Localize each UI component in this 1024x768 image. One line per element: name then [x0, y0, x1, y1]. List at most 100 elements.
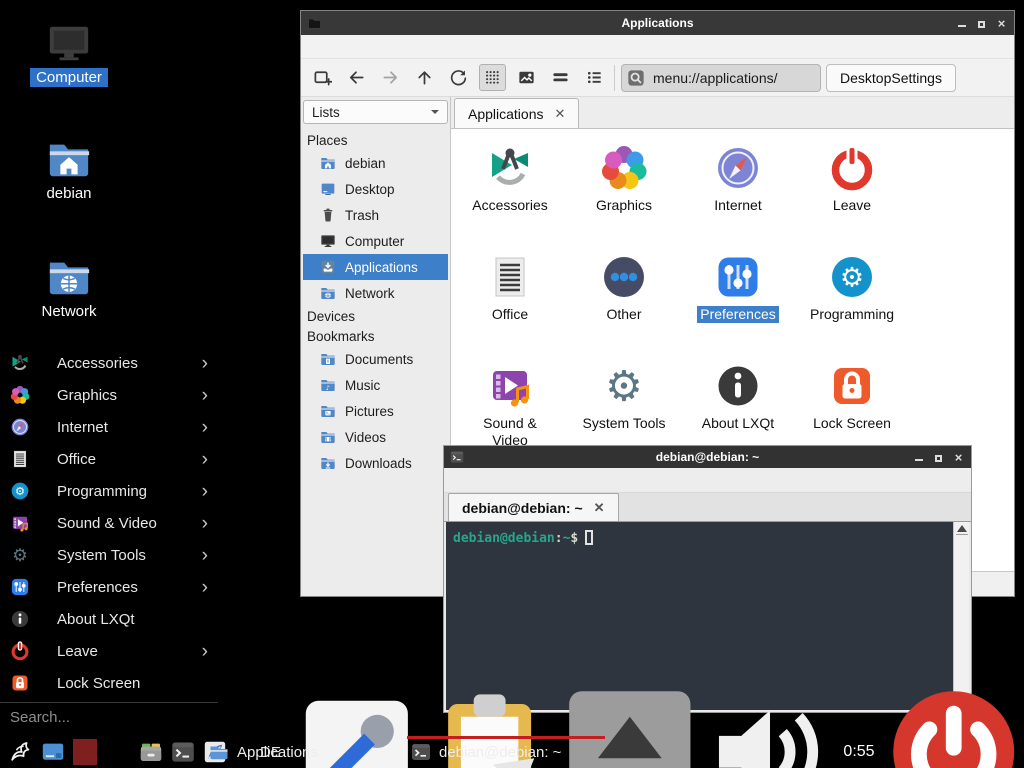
terminal-menu-item[interactable]: [510, 478, 530, 482]
clock[interactable]: 0:55: [843, 743, 874, 761]
start-menu-item[interactable]: Sound & Video ›: [0, 507, 218, 539]
sidebar-row[interactable]: Documents: [303, 346, 448, 372]
sidebar-row[interactable]: Trash: [303, 202, 448, 228]
app-grid-item[interactable]: Office: [453, 246, 567, 355]
start-menu-item[interactable]: Preferences ›: [0, 571, 218, 603]
taskbar-task[interactable]: debian@debian: ~: [407, 736, 605, 768]
desktop: Computer debian Network Applications: [0, 0, 1024, 768]
start-menu-item[interactable]: ⚙ System Tools ›: [0, 539, 218, 571]
desktop-settings-button[interactable]: DesktopSettings: [826, 64, 956, 92]
start-menu-item[interactable]: Office ›: [0, 443, 218, 475]
app-grid-item[interactable]: Preferences: [681, 246, 795, 355]
sidebar-row[interactable]: Desktop: [303, 176, 448, 202]
start-menu-item[interactable]: Lock Screen: [0, 667, 218, 699]
sidebar-row[interactable]: Computer: [303, 228, 448, 254]
terminal-app-icon: [411, 742, 431, 762]
folder-music-icon: ♪: [320, 377, 336, 393]
sidebar-row[interactable]: Places: [303, 130, 448, 150]
quicklaunch-button[interactable]: [171, 740, 195, 764]
minimize-button[interactable]: [912, 450, 925, 464]
fm-toolbar-button[interactable]: [581, 64, 608, 91]
minimize-button[interactable]: [955, 16, 968, 30]
fm-menu-item[interactable]: [343, 45, 361, 49]
sidebar-row[interactable]: ♪ Music: [303, 372, 448, 398]
sidebar-row[interactable]: Applications: [303, 254, 448, 280]
desktop-icon[interactable]: Network: [17, 254, 121, 321]
start-menu-item[interactable]: About LXQt: [0, 603, 218, 635]
fm-tabbar: Applications ✕: [451, 97, 1014, 129]
start-menu-item[interactable]: Leave ›: [0, 635, 218, 667]
close-button[interactable]: [995, 16, 1008, 30]
fm-tab[interactable]: Applications ✕: [454, 98, 579, 128]
fm-menu-item[interactable]: [307, 45, 325, 49]
start-menu-button[interactable]: [6, 738, 34, 766]
app-grid-item[interactable]: Leave: [795, 137, 909, 246]
terminal-titlebar[interactable]: debian@debian: ~: [444, 446, 971, 468]
sidebar-row[interactable]: Devices: [303, 306, 448, 326]
fm-titlebar[interactable]: Applications: [301, 11, 1014, 35]
fm-menu-item[interactable]: [397, 45, 415, 49]
workspace-switcher[interactable]: [73, 739, 97, 765]
path-text: menu://applications/: [653, 70, 778, 86]
maximize-button[interactable]: [975, 16, 988, 30]
taskbar-task[interactable]: Applications: [205, 736, 403, 768]
terminal-menu-item[interactable]: [450, 478, 470, 482]
fm-menu-item[interactable]: [361, 45, 379, 49]
app-grid-item[interactable]: Internet: [681, 137, 795, 246]
sidebar-row[interactable]: Bookmarks: [303, 326, 448, 346]
sidebar-row[interactable]: Network: [303, 280, 448, 306]
terminal-menu-item[interactable]: [470, 478, 490, 482]
quicklaunch-button[interactable]: [139, 740, 163, 764]
terminal-scrollbar[interactable]: [953, 522, 969, 710]
app-grid-item[interactable]: Accessories: [453, 137, 567, 246]
terminal-output[interactable]: debian@debian:~$: [446, 522, 953, 710]
submenu-arrow-icon: ›: [202, 418, 208, 437]
fm-toolbar-button[interactable]: [479, 64, 506, 91]
fm-toolbar-button[interactable]: [343, 64, 370, 91]
start-menu-search-input[interactable]: [4, 706, 214, 729]
fm-menu-item[interactable]: [379, 45, 397, 49]
scroll-up-icon[interactable]: [956, 525, 968, 535]
fm-menu-item[interactable]: [415, 45, 433, 49]
system-tools-icon: ⚙: [10, 545, 30, 565]
start-menu-item[interactable]: ⚙ Programming ›: [0, 475, 218, 507]
graphics-icon: [10, 385, 30, 405]
app-grid-item[interactable]: Other: [567, 246, 681, 355]
fm-toolbar-button[interactable]: [445, 64, 472, 91]
desktop-icon[interactable]: Computer: [17, 20, 121, 87]
sidebar-row[interactable]: debian: [303, 150, 448, 176]
fm-toolbar-button[interactable]: [411, 64, 438, 91]
fm-toolbar: menu://applications/ DesktopSettings: [301, 59, 1014, 97]
sidebar-row[interactable]: Videos: [303, 424, 448, 450]
refresh-icon: [449, 68, 468, 87]
path-bar[interactable]: menu://applications/: [621, 64, 821, 92]
terminal-tab[interactable]: debian@debian: ~ ✕: [448, 493, 619, 521]
tab-close-icon[interactable]: ✕: [555, 106, 566, 122]
svg-text:⚙: ⚙: [12, 546, 28, 565]
svg-text:♪: ♪: [326, 385, 330, 392]
app-grid-item[interactable]: Graphics: [567, 137, 681, 246]
sidebar-row[interactable]: Pictures: [303, 398, 448, 424]
close-button[interactable]: [952, 450, 965, 464]
start-menu-item[interactable]: Internet ›: [0, 411, 218, 443]
terminal-menu-item[interactable]: [530, 478, 550, 482]
fm-toolbar-button[interactable]: [513, 64, 540, 91]
fm-menu-item[interactable]: [325, 45, 343, 49]
desktop-icon: [320, 181, 336, 197]
maximize-button[interactable]: [932, 450, 945, 464]
tray-icon[interactable]: [703, 688, 831, 768]
start-menu-item[interactable]: Accessories ›: [0, 347, 218, 379]
tab-close-icon[interactable]: ✕: [594, 500, 605, 516]
workspace-switcher[interactable]: [101, 739, 125, 765]
fm-toolbar-button[interactable]: [309, 64, 336, 91]
sidebar-row[interactable]: Downloads: [303, 450, 448, 476]
start-menu-item[interactable]: Graphics ›: [0, 379, 218, 411]
power-button[interactable]: [888, 686, 1019, 768]
app-grid-item[interactable]: ⚙ Programming: [795, 246, 909, 355]
fm-toolbar-button[interactable]: [377, 64, 404, 91]
terminal-menu-item[interactable]: [490, 478, 510, 482]
desktop-icon[interactable]: debian: [17, 136, 121, 203]
show-desktop-button[interactable]: [41, 740, 65, 764]
sidebar-mode-select[interactable]: Lists: [303, 100, 448, 124]
fm-toolbar-button[interactable]: [547, 64, 574, 91]
